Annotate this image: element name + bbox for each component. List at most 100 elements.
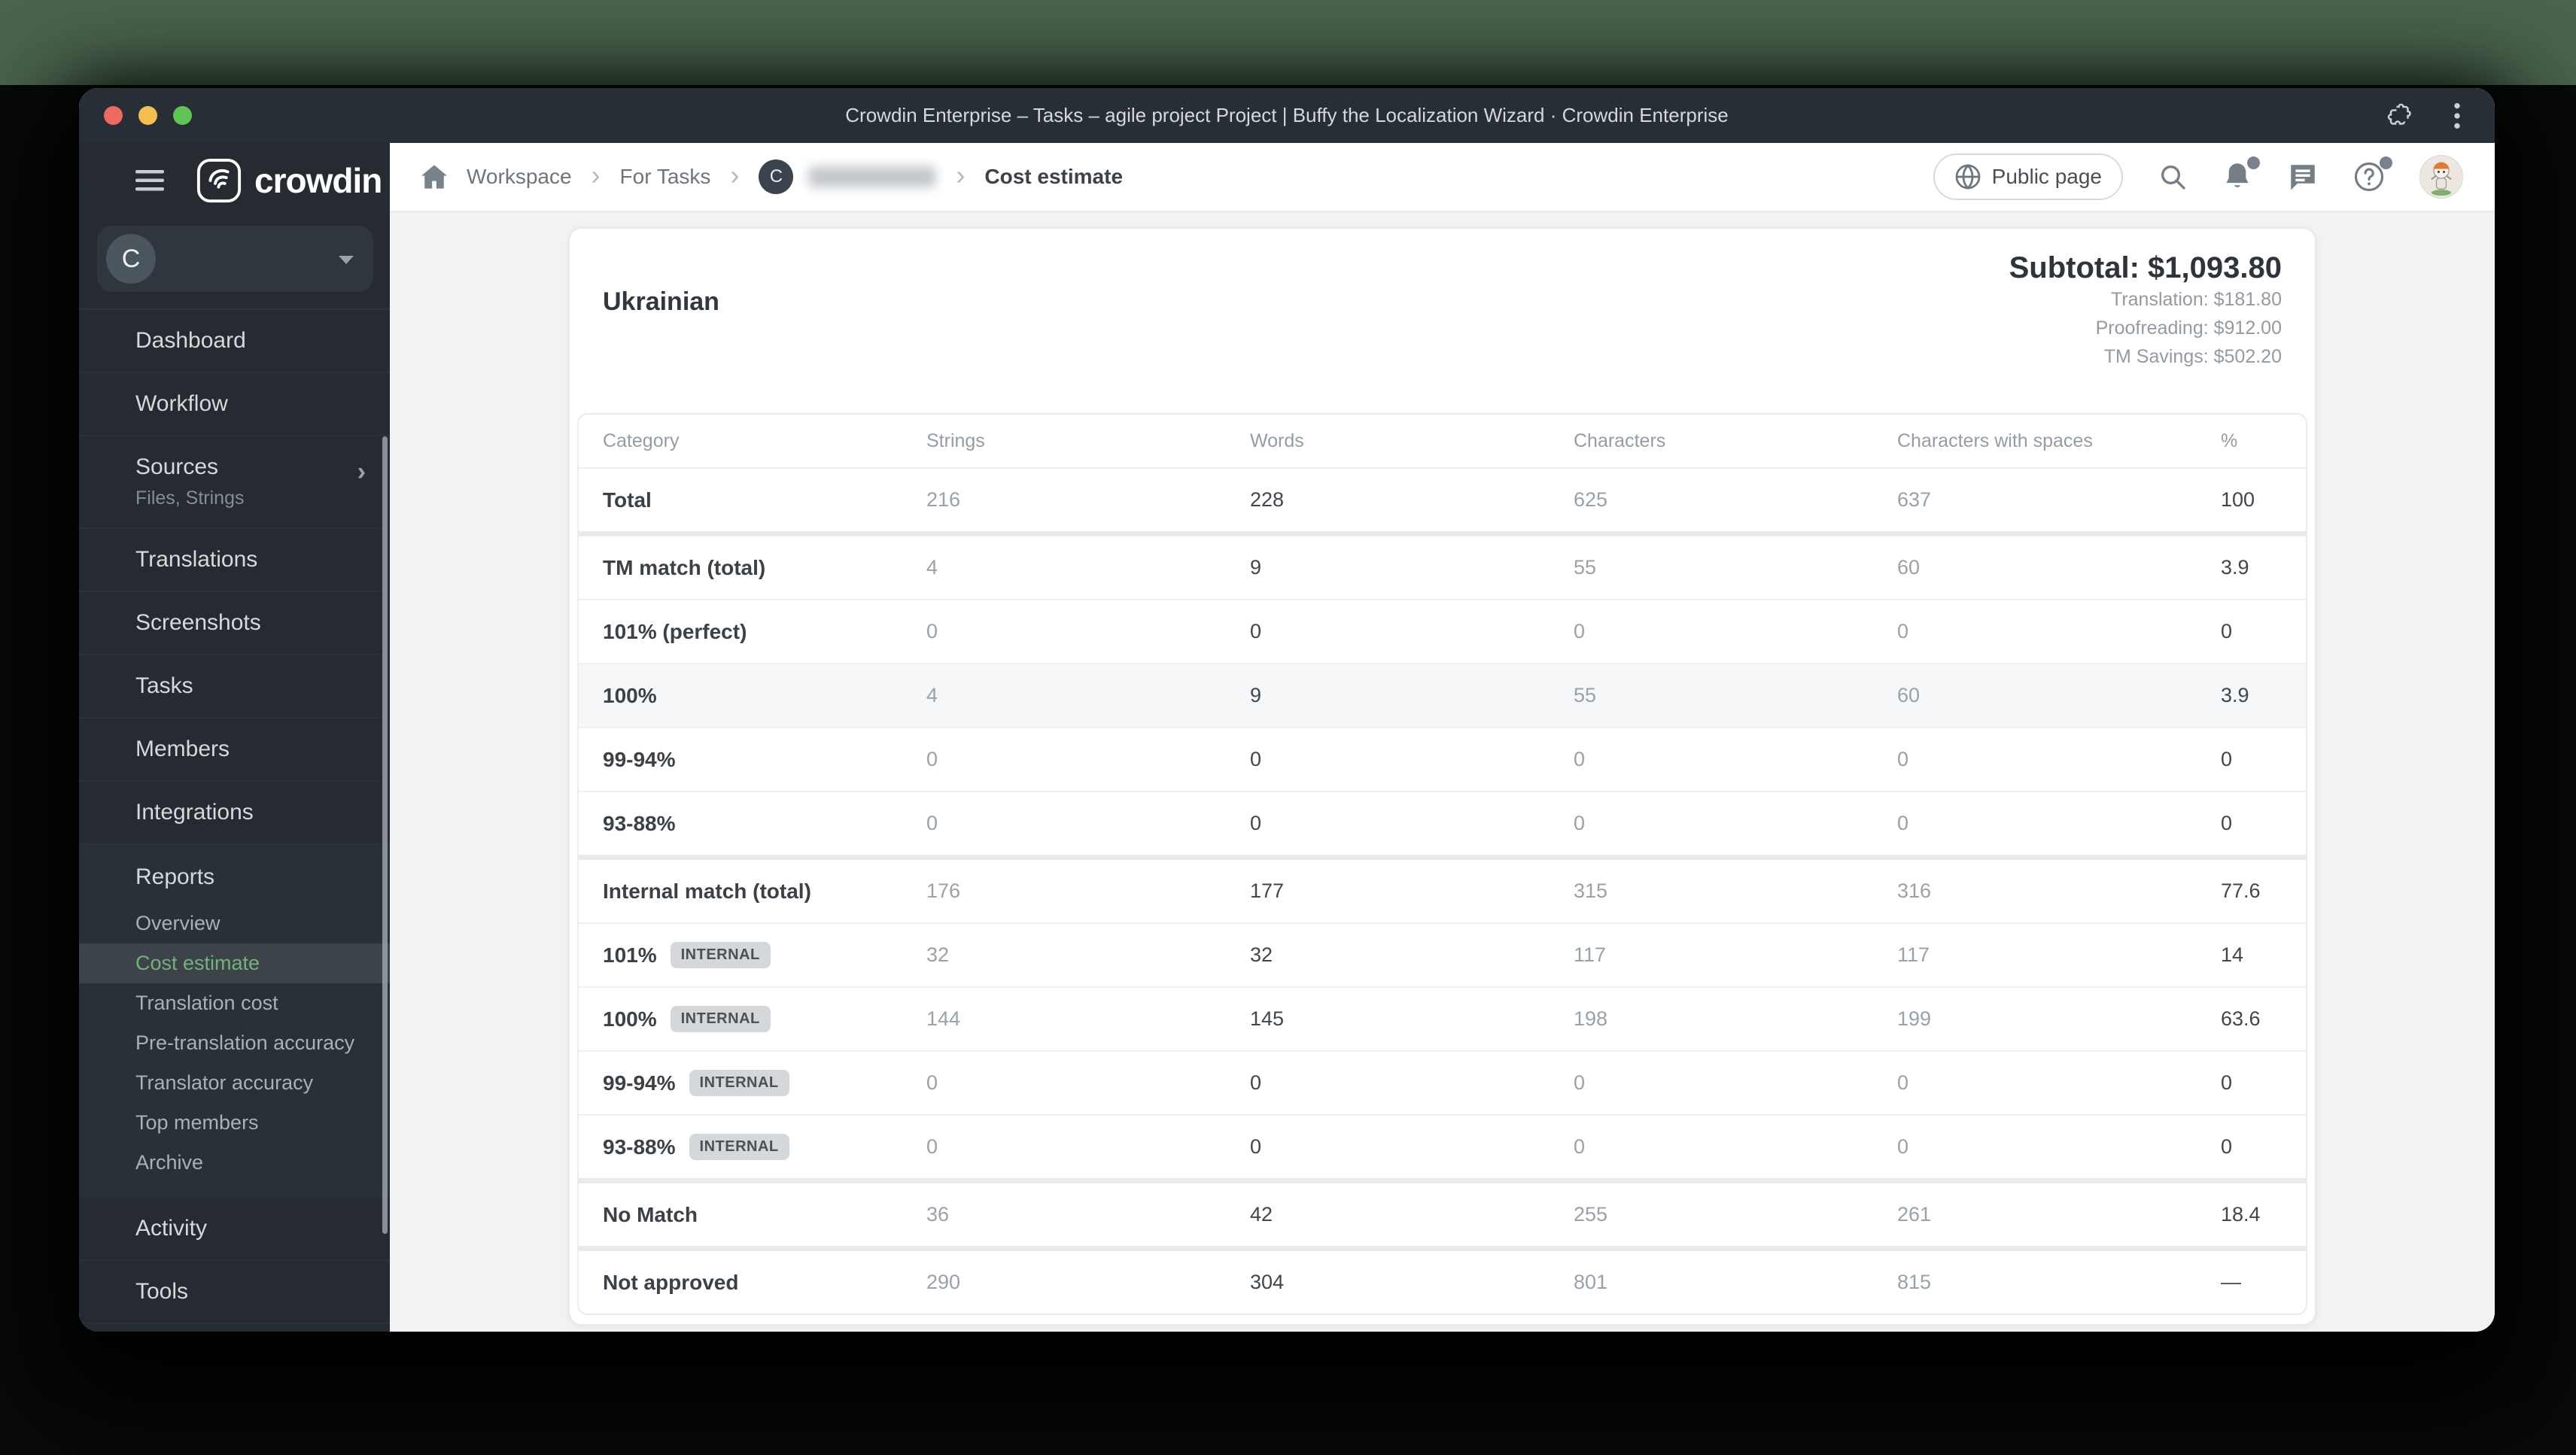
messages-chat-icon[interactable] <box>2287 161 2319 193</box>
row-value-cell: 0 <box>1574 1071 1586 1094</box>
sidebar-item-label: Integrations <box>135 800 254 825</box>
breadcrumb-workspace[interactable]: Workspace <box>467 165 572 189</box>
row-value-cell: 228 <box>1250 488 1285 511</box>
row-value-cell: 199 <box>1897 1007 1932 1030</box>
browser-menu-kebab-icon[interactable] <box>2453 101 2462 131</box>
column-header: Category <box>603 430 680 451</box>
row-value-cell: 0 <box>926 1071 938 1094</box>
hamburger-menu-icon[interactable] <box>135 170 164 191</box>
title-bar: Crowdin Enterprise – Tasks – agile proje… <box>79 88 2495 143</box>
home-icon[interactable] <box>421 165 447 189</box>
extensions-puzzle-icon[interactable] <box>2386 102 2413 129</box>
row-value-cell: 0 <box>1574 620 1586 642</box>
crowdin-logo[interactable]: crowdin <box>196 157 382 204</box>
table-row: 100% 4 9 55 60 3.9 <box>579 663 2306 727</box>
sidebar-menu: Dashboard Workflow Sources › Files, Strings T… <box>79 308 390 845</box>
sidebar-report-item-pre-translation-accuracy[interactable]: Pre-translation accuracy <box>79 1023 390 1063</box>
row-value-cell: — <box>2221 1271 2241 1293</box>
row-value-cell: 0 <box>1250 748 1262 770</box>
row-value-cell: 0 <box>926 620 938 642</box>
row-value-cell: 261 <box>1897 1203 1932 1226</box>
row-category-label: Total <box>603 488 652 512</box>
zoom-window-button[interactable] <box>173 106 192 125</box>
sidebar-item-integrations[interactable]: Integrations <box>79 782 390 845</box>
sidebar-section-reports: Reports Overview Cost estimate Translation… <box>79 845 390 1198</box>
column-header: Strings <box>926 430 985 451</box>
close-window-button[interactable] <box>104 106 123 125</box>
sidebar-item-reports[interactable]: Reports <box>79 845 390 904</box>
row-value-cell: 0 <box>2221 1071 2233 1094</box>
sidebar-report-item-top-members[interactable]: Top members <box>79 1103 390 1143</box>
help-icon[interactable] <box>2353 156 2392 193</box>
internal-badge: INTERNAL <box>689 1134 789 1160</box>
row-value-cell: 0 <box>1250 1071 1262 1094</box>
workspace-selector[interactable]: C <box>97 226 373 292</box>
row-category-label: 101% INTERNAL <box>603 942 926 968</box>
breadcrumb-current: Cost estimate <box>984 165 1124 188</box>
internal-badge: INTERNAL <box>670 942 771 968</box>
row-value-cell: 4 <box>926 684 938 706</box>
row-value-cell: 3.9 <box>2221 684 2249 706</box>
sidebar-item-label: Members <box>135 737 230 761</box>
tm-savings-line: TM Savings: $502.20 <box>2103 346 2282 367</box>
table-row: 100% INTERNAL 144 145 198 199 63.6 <box>579 986 2306 1050</box>
search-icon[interactable] <box>2158 162 2188 192</box>
sidebar-report-item-translator-accuracy[interactable]: Translator accuracy <box>79 1063 390 1103</box>
row-value-cell: 0 <box>1574 812 1586 834</box>
sidebar-item-workflow[interactable]: Workflow <box>79 373 390 436</box>
row-value-cell: 815 <box>1897 1271 1932 1293</box>
row-category-label: 99-94% <box>603 747 676 771</box>
sidebar-report-item-cost-estimate[interactable]: Cost estimate <box>79 943 390 983</box>
sidebar-item-activity[interactable]: Activity <box>79 1198 390 1261</box>
table-row: 93-88% 0 0 0 0 0 <box>579 791 2306 855</box>
minimize-window-button[interactable] <box>138 106 157 125</box>
sidebar-item-settings[interactable]: Settings› <box>79 1324 390 1332</box>
row-value-cell: 63.6 <box>2221 1007 2261 1030</box>
public-page-label: Public page <box>1991 165 2102 188</box>
notifications-bell-icon[interactable] <box>2222 156 2260 193</box>
row-value-cell: 0 <box>1897 748 1909 770</box>
row-value-cell: 637 <box>1897 488 1932 511</box>
project-avatar[interactable]: C <box>759 159 794 194</box>
sidebar-item-dashboard[interactable]: Dashboard <box>79 310 390 373</box>
public-page-button[interactable]: Public page <box>1933 153 2123 200</box>
user-avatar[interactable] <box>2419 155 2463 199</box>
row-value-cell: 55 <box>1574 556 1597 579</box>
row-category-label: 93-88% INTERNAL <box>603 1134 926 1160</box>
sidebar-item-label: Activity <box>135 1216 208 1241</box>
notification-dot <box>2247 156 2260 169</box>
chevron-right-icon: › <box>357 457 366 486</box>
row-value-cell: 117 <box>1574 943 1607 966</box>
sidebar-scrollbar[interactable] <box>382 436 388 1234</box>
column-header: % <box>2221 430 2238 451</box>
sidebar-item-screenshots[interactable]: Screenshots <box>79 592 390 655</box>
sidebar-item-label: Screenshots <box>135 610 261 635</box>
project-name-redacted[interactable] <box>808 166 937 187</box>
row-value-cell: 255 <box>1574 1203 1608 1226</box>
row-value-cell: 0 <box>1897 620 1909 642</box>
sidebar-item-sources[interactable]: Sources › Files, Strings <box>79 436 390 529</box>
table-row: 93-88% INTERNAL 0 0 0 0 0 <box>579 1114 2306 1178</box>
sidebar-item-translations[interactable]: Translations <box>79 529 390 592</box>
breadcrumb-for-tasks[interactable]: For Tasks <box>620 165 711 189</box>
sidebar-item-members[interactable]: Members <box>79 718 390 782</box>
table-row: 99-94% 0 0 0 0 0 <box>579 727 2306 791</box>
row-value-cell: 0 <box>1897 1135 1909 1158</box>
row-value-cell: 198 <box>1574 1007 1608 1030</box>
sidebar-report-item-archive[interactable]: Archive <box>79 1143 390 1183</box>
sidebar-item-tools[interactable]: Tools <box>79 1261 390 1324</box>
traffic-lights <box>104 106 192 125</box>
row-value-cell: 0 <box>1897 812 1909 834</box>
sidebar-item-label: Workflow <box>135 391 228 416</box>
table-row: Internal match (total) 176 177 315 316 77.6 <box>579 855 2306 922</box>
translation-cost-line: Translation: $181.80 <box>2110 289 2282 310</box>
sidebar-item-tasks[interactable]: Tasks <box>79 655 390 718</box>
row-category-label: 99-94% INTERNAL <box>603 1070 926 1096</box>
chevron-right-icon: › <box>730 159 740 190</box>
row-value-cell: 0 <box>1250 620 1262 642</box>
desktop-wallpaper <box>0 0 2576 85</box>
sidebar-report-item-overview[interactable]: Overview <box>79 904 390 943</box>
workspace-avatar: C <box>106 234 156 284</box>
sidebar-report-item-translation-cost[interactable]: Translation cost <box>79 983 390 1023</box>
report-page: Ukrainian Subtotal: $1,093.80 Translatio… <box>390 212 2495 1332</box>
